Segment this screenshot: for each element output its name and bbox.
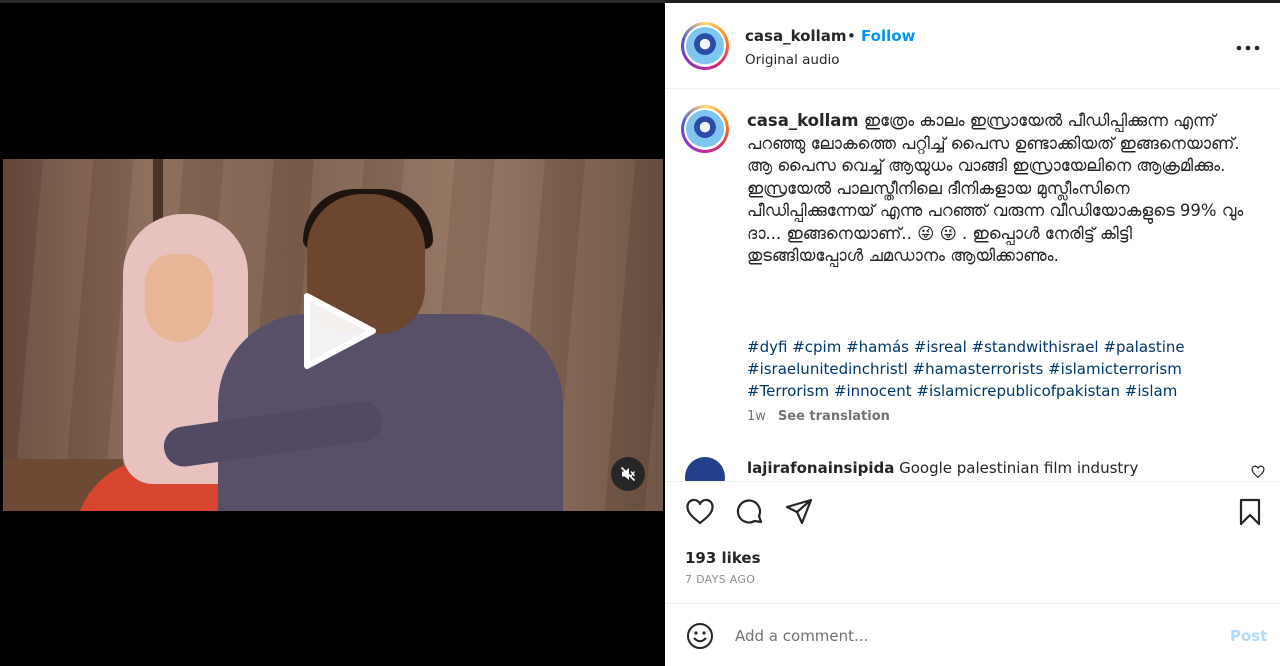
share-icon[interactable] — [784, 497, 814, 527]
separator-dot: • — [847, 27, 856, 45]
hashtag[interactable]: #isreal — [914, 338, 967, 356]
comment-icon[interactable] — [735, 497, 765, 527]
caption-meta: 1w See translation — [747, 409, 890, 424]
audio-link[interactable]: Original audio — [745, 52, 840, 68]
hashtag[interactable]: #islamicrepublicofpakistan — [916, 382, 1120, 400]
volume-muted-icon — [620, 466, 636, 482]
profile-logo-icon — [686, 110, 724, 148]
hashtag[interactable]: #Terrorism — [747, 382, 829, 400]
comment-input[interactable] — [735, 623, 1215, 649]
see-translation-link[interactable]: See translation — [778, 409, 890, 424]
hashtag[interactable]: #cpim — [792, 338, 841, 356]
hashtag[interactable]: #dyfi — [747, 338, 787, 356]
more-horizontal-icon[interactable] — [1233, 38, 1263, 58]
post-timestamp: 7 DAYS AGO — [685, 573, 756, 586]
instagram-post-view: casa_kollam • Follow Original audio casa… — [0, 0, 1280, 666]
hashtag[interactable]: #islamicterrorism — [1048, 360, 1182, 378]
comment-username[interactable]: lajirafonainsipida — [747, 459, 894, 477]
heart-icon[interactable] — [1251, 465, 1265, 479]
comment-text: lajirafonainsipida Google palestinian fi… — [747, 459, 1138, 477]
comment-body: Google palestinian film industry — [899, 459, 1139, 477]
hashtag[interactable]: #israelunitedinchristl — [747, 360, 908, 378]
follow-button[interactable]: Follow — [861, 27, 915, 45]
top-divider — [0, 0, 665, 3]
header-username[interactable]: casa_kollam — [745, 27, 846, 45]
hashtag[interactable]: #standwithisrael — [972, 338, 1099, 356]
post-details-panel: casa_kollam • Follow Original audio casa… — [665, 0, 1280, 666]
caption-username[interactable]: casa_kollam — [747, 111, 859, 130]
hashtag[interactable]: #innocent — [834, 382, 912, 400]
hashtag[interactable]: #hamasterrorists — [913, 360, 1044, 378]
likes-count[interactable]: 193 likes — [685, 549, 761, 567]
heart-icon[interactable] — [685, 497, 715, 527]
post-button[interactable]: Post — [1230, 627, 1267, 645]
caption-area: casa_kollam ഇത്രേം കാലം ഇസ്രായേൽ പീഡിപ്പ… — [665, 90, 1280, 480]
caption-avatar[interactable] — [681, 105, 729, 153]
play-icon[interactable] — [299, 292, 377, 370]
avatar[interactable] — [681, 22, 729, 70]
action-bar: 193 likes 7 DAYS AGO — [665, 481, 1280, 601]
hashtag-list: #dyfi #cpim #hamás #isreal #standwithisr… — [747, 336, 1267, 402]
bookmark-icon[interactable] — [1235, 497, 1265, 527]
comment-row: lajirafonainsipida Google palestinian fi… — [665, 455, 1280, 481]
hashtag[interactable]: #islam — [1125, 382, 1178, 400]
mute-toggle-button[interactable] — [611, 457, 645, 491]
hashtag[interactable]: #palastine — [1103, 338, 1184, 356]
avatar[interactable] — [685, 457, 725, 481]
caption-text: casa_kollam ഇത്രേം കാലം ഇസ്രായേൽ പീഡിപ്പ… — [747, 110, 1247, 268]
emoji-icon[interactable] — [686, 622, 714, 650]
profile-logo-icon — [686, 27, 724, 65]
hashtag[interactable]: #hamás — [846, 338, 909, 356]
add-comment-bar: Post — [665, 603, 1280, 666]
post-header: casa_kollam • Follow Original audio — [665, 3, 1280, 89]
caption-body: ഇത്രേം കാലം ഇസ്രായേൽ പീഡിപ്പിക്കുന്ന എന്… — [747, 111, 1244, 265]
post-age: 1w — [747, 409, 766, 424]
video-pane[interactable] — [0, 0, 665, 666]
